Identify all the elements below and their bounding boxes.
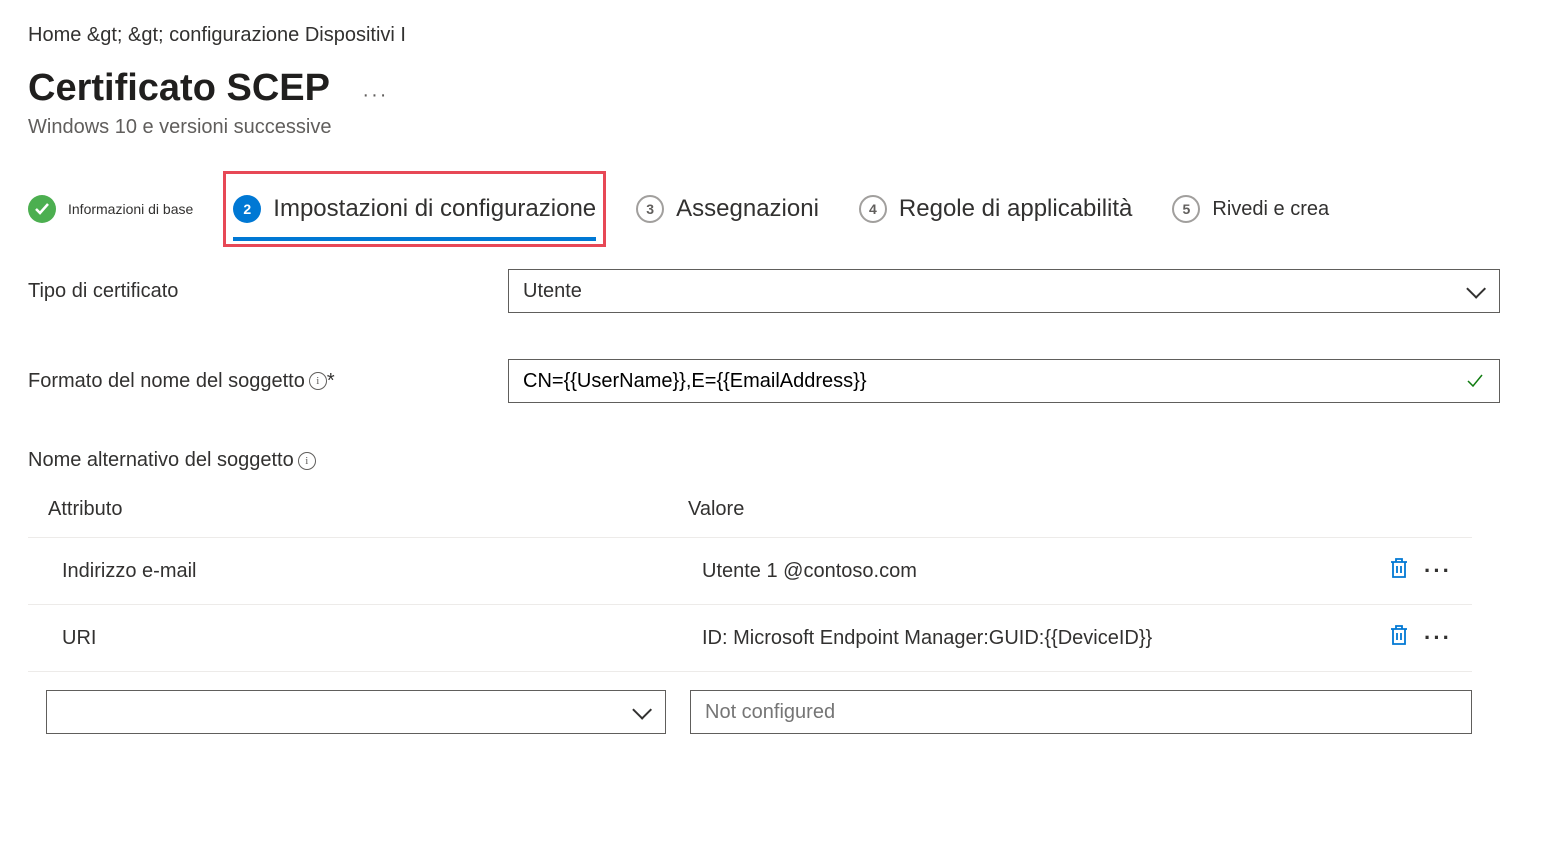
wizard-step-applicability[interactable]: 4 Regole di applicabilità xyxy=(859,195,1132,223)
wizard-step-review[interactable]: 5 Rivedi e crea xyxy=(1172,195,1329,223)
col-header-attribute: Attributo xyxy=(48,498,688,521)
active-step-underline xyxy=(233,237,596,241)
more-actions-icon[interactable]: ··· xyxy=(362,84,388,106)
cert-type-value: Utente xyxy=(523,280,582,303)
row-more-icon[interactable]: ··· xyxy=(1424,558,1452,584)
chevron-down-icon xyxy=(632,700,652,720)
wizard-step-basics[interactable]: Informazioni di base xyxy=(28,195,193,223)
wizard-step-label: Informazioni di base xyxy=(68,201,193,217)
wizard-step-label: Regole di applicabilità xyxy=(899,195,1132,223)
check-icon xyxy=(28,195,56,223)
san-row-val: ID: Microsoft Endpoint Manager:GUID:{{De… xyxy=(688,627,1352,650)
san-row-attr: URI xyxy=(48,627,688,650)
info-icon[interactable]: i xyxy=(298,452,316,470)
chevron-down-icon xyxy=(1466,279,1486,299)
step-number-icon: 3 xyxy=(636,195,664,223)
trash-icon[interactable] xyxy=(1388,556,1410,586)
cert-type-select[interactable]: Utente xyxy=(508,269,1500,313)
breadcrumb[interactable]: Home &gt; &gt; configurazione Dispositiv… xyxy=(0,0,1560,47)
san-row-val: Utente 1 @contoso.com xyxy=(688,560,1352,583)
page-title: Certificato SCEP xyxy=(28,67,330,110)
row-more-icon[interactable]: ··· xyxy=(1424,625,1452,651)
subject-format-input-wrap[interactable] xyxy=(508,359,1500,403)
table-row: Indirizzo e-mail Utente 1 @contoso.com ·… xyxy=(28,538,1472,605)
step-number-icon: 4 xyxy=(859,195,887,223)
subject-format-input[interactable] xyxy=(523,370,1485,393)
trash-icon[interactable] xyxy=(1388,623,1410,653)
info-icon[interactable]: i xyxy=(309,372,327,390)
wizard-step-label: Rivedi e crea xyxy=(1212,198,1329,221)
san-table: Attributo Valore Indirizzo e-mail Utente… xyxy=(28,498,1532,672)
wizard-steps: Informazioni di base 2 Impostazioni di c… xyxy=(28,195,1560,223)
step-number-icon: 5 xyxy=(1172,195,1200,223)
cert-type-label: Tipo di certificato xyxy=(28,280,508,303)
wizard-step-assignments[interactable]: 3 Assegnazioni xyxy=(636,195,819,223)
wizard-step-configuration[interactable]: 2 Impostazioni di configurazione xyxy=(233,195,596,223)
valid-check-icon xyxy=(1465,371,1485,391)
san-row-attr: Indirizzo e-mail xyxy=(48,560,688,583)
wizard-step-label: Impostazioni di configurazione xyxy=(273,195,596,223)
wizard-step-label: Assegnazioni xyxy=(676,195,819,223)
table-row: URI ID: Microsoft Endpoint Manager:GUID:… xyxy=(28,605,1472,672)
step-number-icon: 2 xyxy=(233,195,261,223)
san-add-value-input[interactable] xyxy=(705,701,1457,724)
required-asterisk: * xyxy=(327,370,335,393)
subject-format-label: Formato del nome del soggetto i * xyxy=(28,370,508,393)
san-add-attribute-select[interactable] xyxy=(46,690,666,734)
san-section-title: Nome alternativo del soggetto i xyxy=(28,449,1560,472)
col-header-value: Valore xyxy=(688,498,1352,521)
page-subtitle: Windows 10 e versioni successive xyxy=(0,110,1560,139)
san-add-value-input-wrap[interactable] xyxy=(690,690,1472,734)
